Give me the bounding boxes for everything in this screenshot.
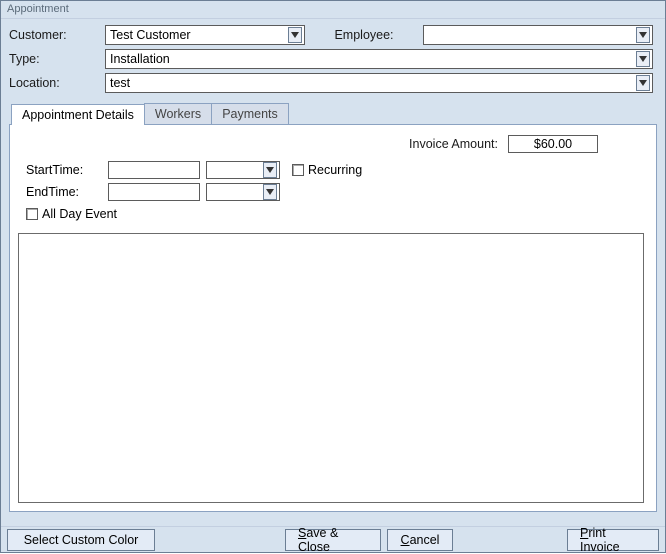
customer-label: Customer: — [9, 28, 101, 42]
customer-combo[interactable]: Test Customer — [105, 25, 305, 45]
chevron-down-icon[interactable] — [263, 184, 277, 200]
employee-combo[interactable] — [423, 25, 653, 45]
end-time-row: EndTime: — [26, 183, 644, 201]
cancel-button[interactable]: Cancel — [387, 529, 453, 551]
tab-workers[interactable]: Workers — [144, 103, 212, 124]
invoice-amount-field[interactable]: $60.00 — [508, 135, 598, 153]
recurring-label: Recurring — [308, 163, 362, 177]
print-invoice-button[interactable]: Print Invoice — [567, 529, 659, 551]
tab-details[interactable]: Appointment Details — [11, 104, 145, 125]
tab-panel-details: Invoice Amount: $60.00 StartTime: — [9, 124, 657, 512]
window-title-text: Appointment — [7, 3, 69, 15]
appointment-window: Appointment Customer: Test Customer Empl… — [0, 0, 666, 553]
allday-label: All Day Event — [42, 207, 117, 221]
type-value: Installation — [110, 52, 634, 66]
location-value: test — [110, 76, 634, 90]
allday-checkbox[interactable]: All Day Event — [26, 207, 644, 221]
location-label: Location: — [9, 76, 101, 90]
tabs: Appointment Details Workers Payments Inv… — [9, 103, 657, 512]
start-date-field[interactable] — [108, 161, 200, 179]
invoice-label: Invoice Amount: — [409, 137, 498, 151]
tab-payments[interactable]: Payments — [211, 103, 289, 124]
chevron-down-icon[interactable] — [636, 27, 650, 43]
save-close-button[interactable]: Save & Close — [285, 529, 381, 551]
start-time-row: StartTime: Recurring — [26, 161, 644, 179]
window-title: Appointment — [1, 1, 665, 19]
chevron-down-icon[interactable] — [288, 27, 302, 43]
chevron-down-icon[interactable] — [263, 162, 277, 178]
location-combo[interactable]: test — [105, 73, 653, 93]
end-time-combo[interactable] — [206, 183, 280, 201]
tabstrip: Appointment Details Workers Payments — [11, 103, 657, 124]
chevron-down-icon[interactable] — [636, 75, 650, 91]
recurring-checkbox[interactable]: Recurring — [292, 163, 362, 177]
type-label: Type: — [9, 52, 101, 66]
select-custom-color-button[interactable]: Select Custom Color — [7, 529, 155, 551]
start-time-combo[interactable] — [206, 161, 280, 179]
customer-value: Test Customer — [110, 28, 286, 42]
details-top: Invoice Amount: $60.00 StartTime: — [22, 135, 644, 221]
end-date-field[interactable] — [108, 183, 200, 201]
checkbox-icon — [292, 164, 304, 176]
footer-bar: Select Custom Color Save & Close Cancel … — [1, 526, 665, 552]
start-time-label: StartTime: — [26, 163, 102, 177]
checkbox-icon — [26, 208, 38, 220]
chevron-down-icon[interactable] — [636, 51, 650, 67]
invoice-row: Invoice Amount: $60.00 — [409, 135, 598, 153]
header-form: Customer: Test Customer Employee: Type: … — [1, 19, 665, 99]
type-combo[interactable]: Installation — [105, 49, 653, 69]
employee-label: Employee: — [309, 28, 419, 42]
notes-textarea[interactable] — [18, 233, 644, 503]
end-time-label: EndTime: — [26, 185, 102, 199]
